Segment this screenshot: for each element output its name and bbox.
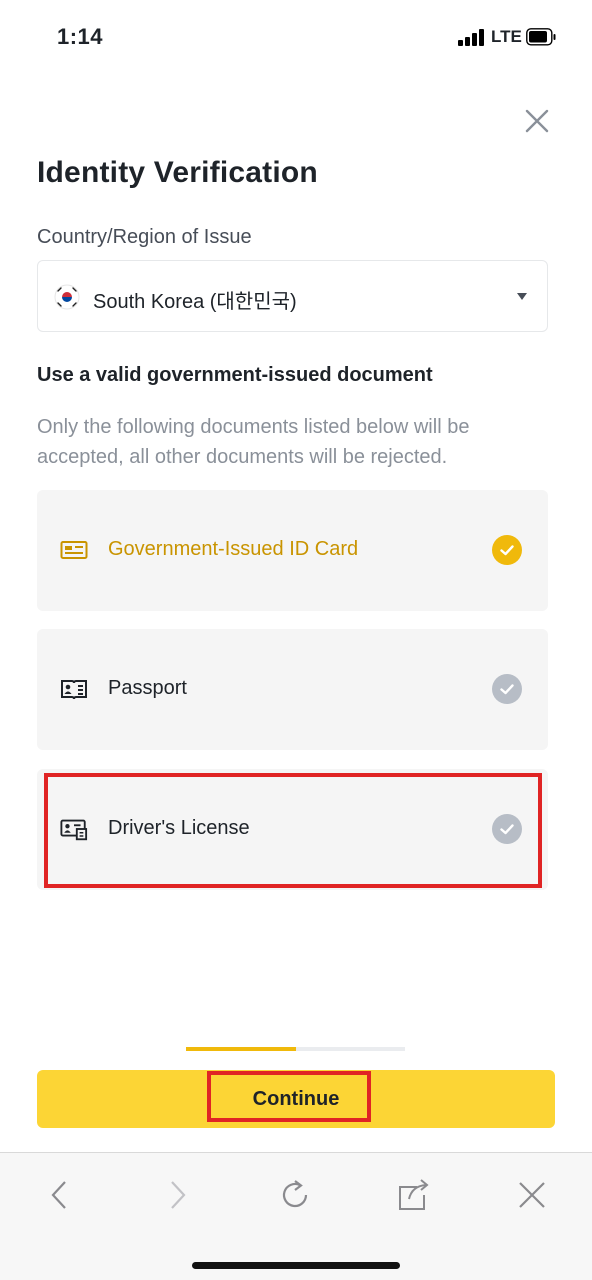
back-button[interactable] (40, 1175, 80, 1215)
document-option-passport[interactable]: Passport (37, 629, 548, 750)
reload-icon (282, 1180, 308, 1208)
share-icon (399, 1179, 429, 1210)
close-icon (525, 109, 549, 133)
forward-button[interactable] (157, 1175, 197, 1215)
document-heading: Use a valid government-issued document (37, 364, 433, 386)
page-title: Identity Verification (37, 156, 318, 189)
document-option-id-card[interactable]: Government-Issued ID Card (37, 490, 548, 611)
battery-icon (526, 28, 556, 46)
status-bar: 1:14 LTE (0, 0, 592, 76)
home-indicator (192, 1262, 400, 1269)
document-label: Government-Issued ID Card (108, 538, 359, 560)
highlight-box-continue (207, 1071, 371, 1122)
network-type: LTE (491, 27, 522, 46)
share-button[interactable] (393, 1175, 433, 1215)
passport-icon (61, 680, 87, 700)
highlight-box-drivers-license (44, 773, 542, 888)
country-select[interactable]: South Korea (대한민국) (37, 260, 548, 332)
country-label: Country/Region of Issue (37, 226, 252, 248)
browser-toolbar (0, 1152, 592, 1280)
status-time: 1:14 (57, 24, 104, 49)
reload-button[interactable] (275, 1175, 315, 1215)
chevron-down-icon (517, 293, 527, 300)
progress-bar (186, 1047, 405, 1051)
close-icon (519, 1182, 545, 1208)
close-button[interactable] (520, 104, 554, 138)
close-tab-button[interactable] (512, 1175, 552, 1215)
check-icon (492, 674, 522, 704)
progress-fill (186, 1047, 296, 1051)
document-description: Only the following documents listed belo… (37, 416, 470, 468)
check-icon (492, 535, 522, 565)
back-icon (51, 1181, 66, 1209)
country-value: South Korea (대한민국) (93, 291, 297, 313)
south-korea-flag-icon (54, 284, 80, 310)
document-label: Passport (108, 677, 187, 699)
id-card-icon (60, 541, 88, 559)
forward-icon (171, 1181, 186, 1209)
signal-icon (458, 29, 486, 46)
